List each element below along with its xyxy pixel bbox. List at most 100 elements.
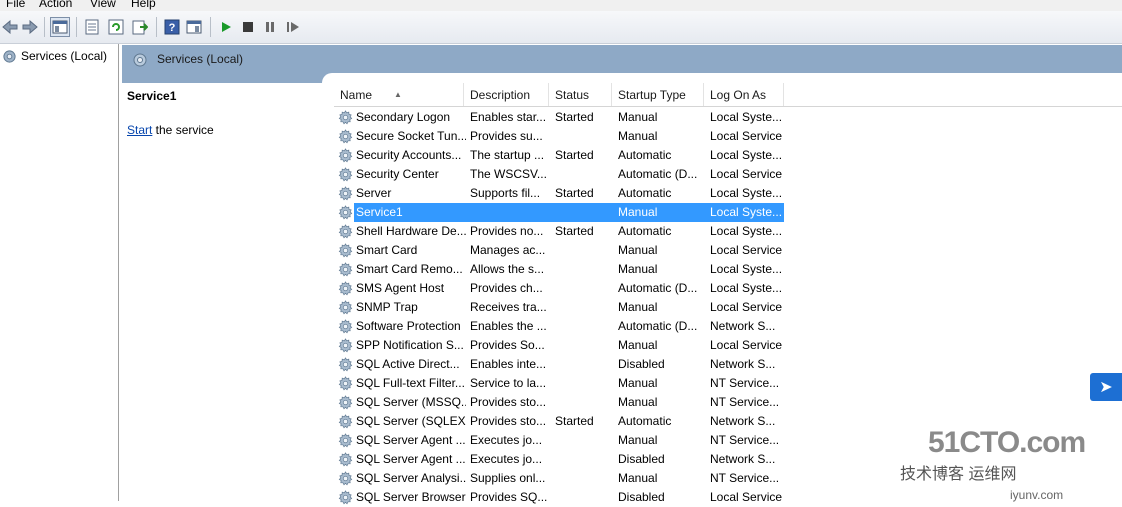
service-row[interactable]: SQL Full-text Filter... Service to la... M…	[334, 374, 784, 393]
watermark-site: iyunv.com	[1010, 488, 1064, 502]
cell-log-on-as: NT Service...	[710, 376, 780, 390]
watermark-logo: 51CTO.com 技术博客 运维网 iyunv.com	[900, 420, 1120, 502]
console-tree: Services (Local)	[0, 44, 119, 501]
properties-icon[interactable]	[82, 17, 102, 37]
menu-help[interactable]: Help	[131, 0, 156, 10]
gear-icon	[338, 186, 353, 201]
service-row[interactable]: Secondary Logon Enables star... Started Man…	[334, 108, 784, 127]
start-service-icon[interactable]	[216, 17, 236, 37]
column-header-label: Status	[555, 88, 590, 102]
toolbar-separator	[44, 17, 45, 37]
service-row[interactable]: Server Supports fil... Started Automatic Loc…	[334, 184, 784, 203]
sort-ascending-icon: ▲	[394, 90, 402, 99]
cell-startup-type: Disabled	[618, 452, 665, 466]
column-header-status[interactable]: Status	[549, 83, 612, 106]
cell-log-on-as: Local Service	[710, 167, 783, 181]
column-header-label: Name	[340, 88, 373, 102]
service-action: Start the service	[127, 123, 214, 137]
service-row[interactable]: Shell Hardware De... Provides no... Starte…	[334, 222, 784, 241]
service-row[interactable]: Security Center The WSCSV... Automatic (D.…	[334, 165, 784, 184]
service-row[interactable]: SQL Server (SQLEX... Provides sto... Start…	[334, 412, 784, 431]
cell-status: Started	[555, 148, 594, 162]
gear-icon	[338, 129, 353, 144]
cell-name: SQL Server Agent ...	[356, 452, 466, 466]
service-row[interactable]: SQL Active Direct... Enables inte... Disab…	[334, 355, 784, 374]
pause-service-icon[interactable]	[260, 17, 280, 37]
service-row[interactable]: SQL Server Agent ... Executes jo... Manual…	[334, 431, 784, 450]
cell-log-on-as: Local Service	[710, 338, 783, 352]
cell-name: SQL Server Agent ...	[356, 433, 466, 447]
menu-file[interactable]: File	[6, 0, 25, 10]
toolbar-separator	[156, 17, 157, 37]
cell-log-on-as: Local Service	[710, 490, 783, 504]
gear-icon	[338, 357, 353, 372]
cell-description: Provides So...	[470, 338, 545, 352]
column-header-label: Startup Type	[618, 88, 686, 102]
forward-icon[interactable]	[20, 17, 40, 37]
start-service-link[interactable]: Start	[127, 123, 152, 137]
service-row[interactable]: SPP Notification S... Provides So... Manua…	[334, 336, 784, 355]
gear-icon	[338, 395, 353, 410]
service-row[interactable]: SQL Server Agent ... Executes jo... Disabl…	[334, 450, 784, 469]
cell-log-on-as: Local Syste...	[710, 281, 783, 295]
cell-startup-type: Manual	[618, 433, 658, 447]
show-hide-console-tree-icon[interactable]	[50, 17, 70, 37]
menu-view[interactable]: View	[90, 0, 116, 10]
back-icon[interactable]	[0, 17, 20, 37]
restart-service-icon[interactable]	[283, 17, 303, 37]
cell-description: Provides su...	[470, 129, 543, 143]
cell-startup-type: Manual	[618, 338, 658, 352]
gear-icon	[338, 300, 353, 315]
cell-name: Security Accounts...	[356, 148, 462, 162]
column-header-description[interactable]: Description	[464, 83, 549, 106]
service-row[interactable]: Security Accounts... The startup ... Start…	[334, 146, 784, 165]
service-row[interactable]: Smart Card Remo... Allows the s... Manual L…	[334, 260, 784, 279]
service-row[interactable]: SQL Server Analysi... Supplies onl... Manu…	[334, 469, 784, 488]
gear-icon	[338, 224, 353, 239]
cell-description: The startup ...	[470, 148, 545, 162]
gear-icon	[338, 110, 353, 125]
show-action-pane-icon[interactable]	[184, 17, 204, 37]
gear-icon	[338, 471, 353, 486]
cell-name: Service1	[356, 205, 403, 219]
stop-service-icon[interactable]	[238, 17, 258, 37]
service-row[interactable]: SQL Server Browser Provides SQ... Disabled…	[334, 488, 784, 507]
extended-description-pane: Service1 Start the service	[122, 83, 332, 501]
cell-description: Enables the ...	[470, 319, 547, 333]
column-header-startup-type[interactable]: Startup Type	[612, 83, 704, 106]
cell-description: Executes jo...	[470, 433, 543, 447]
service-row[interactable]: SNMP Trap Receives tra... Manual Local Serv…	[334, 298, 784, 317]
floating-share-button[interactable]: ➤	[1090, 373, 1122, 401]
cell-name: Secondary Logon	[356, 110, 451, 124]
service-row[interactable]: Smart Card Manages ac... Manual Local Servi…	[334, 241, 784, 260]
service-row[interactable]: SMS Agent Host Provides ch... Automatic (D…	[334, 279, 784, 298]
menu-action[interactable]: Action	[39, 0, 72, 10]
cell-startup-type: Manual	[618, 205, 658, 219]
cell-log-on-as: Local Service	[710, 300, 783, 314]
export-list-icon[interactable]	[130, 17, 150, 37]
help-icon[interactable]: ?	[162, 17, 182, 37]
tree-item-services-local[interactable]: Services (Local)	[2, 48, 107, 64]
gear-icon	[338, 319, 353, 334]
cell-startup-type: Automatic	[618, 186, 672, 200]
cell-description: Supports fil...	[470, 186, 541, 200]
cell-name: Shell Hardware De...	[356, 224, 466, 238]
service-row[interactable]: Service1 Manual Local Syste...	[334, 203, 784, 222]
gear-icon	[338, 338, 353, 353]
cell-name: SQL Full-text Filter...	[356, 376, 465, 390]
cell-name: SQL Server Browser	[356, 490, 466, 504]
column-header-log-on-as[interactable]: Log On As	[704, 83, 784, 106]
toolbar-separator	[210, 17, 211, 37]
cell-description: Allows the s...	[470, 262, 545, 276]
gear-icon	[338, 490, 353, 505]
refresh-icon[interactable]	[106, 17, 126, 37]
cell-startup-type: Manual	[618, 262, 658, 276]
service-row[interactable]: Secure Socket Tun... Provides su... Manual…	[334, 127, 784, 146]
cell-description: Provides no...	[470, 224, 544, 238]
service-row[interactable]: Software Protection Enables the ... Automa…	[334, 317, 784, 336]
cell-log-on-as: Network S...	[710, 357, 776, 371]
toolbar-separator	[76, 17, 77, 37]
service-row[interactable]: SQL Server (MSSQ... Provides sto... Manual…	[334, 393, 784, 412]
column-header-name[interactable]: ▲ Name	[334, 83, 464, 106]
gear-icon	[338, 414, 353, 429]
